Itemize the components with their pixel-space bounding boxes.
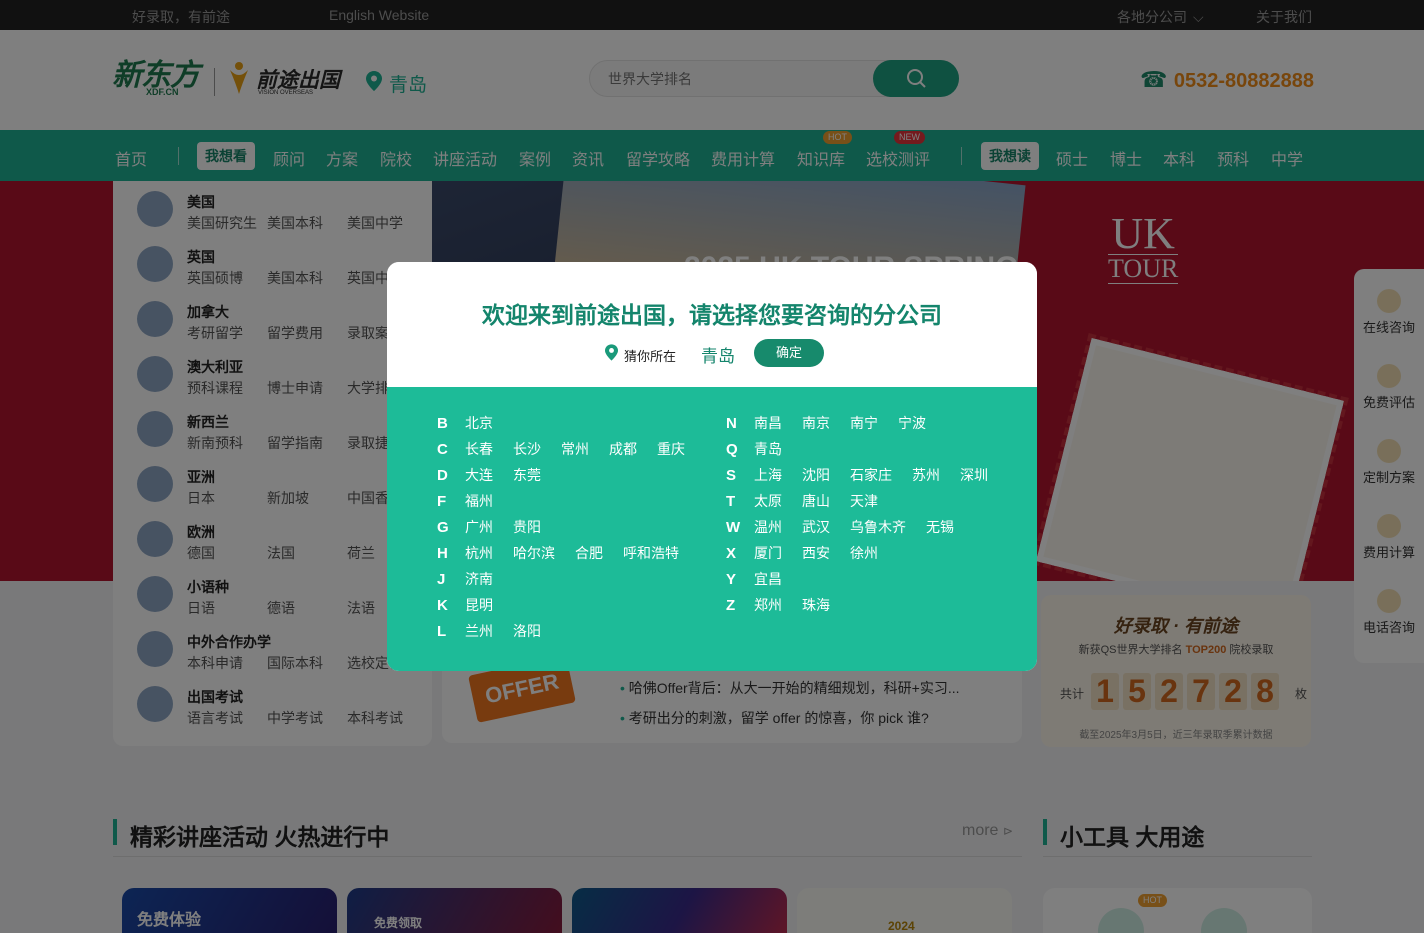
city-link[interactable]: 石家庄 xyxy=(850,465,892,485)
city-link[interactable]: 南昌 xyxy=(754,413,782,433)
letter-label: Z xyxy=(726,597,736,614)
city-group-y: Y 宜昌 xyxy=(726,569,802,595)
letter-label: Y xyxy=(726,571,737,588)
city-link[interactable]: 呼和浩特 xyxy=(623,543,679,563)
guess-city: 青岛 xyxy=(701,347,735,366)
city-link[interactable]: 乌鲁木齐 xyxy=(850,517,906,537)
city-group-k: K 昆明 xyxy=(437,595,513,621)
letter-label: D xyxy=(437,467,448,484)
branch-select-modal: 欢迎来到前途出国，请选择您要咨询的分公司 猜你所在 青岛 确定 B 北京 C 长春长… xyxy=(387,262,1037,671)
city-link[interactable]: 郑州 xyxy=(754,595,782,615)
city-group-f: F 福州 xyxy=(437,491,513,517)
city-link[interactable]: 青岛 xyxy=(754,439,782,459)
city-group-w: W 温州 武汉 乌鲁木齐 无锡 xyxy=(726,517,974,543)
letter-label: B xyxy=(437,415,448,432)
city-link[interactable]: 南京 xyxy=(802,413,830,433)
letter-label: N xyxy=(726,415,737,432)
city-link[interactable]: 广州 xyxy=(465,517,493,537)
city-group-l: L 兰州 洛阳 xyxy=(437,621,561,647)
city-group-d: D 大连 东莞 xyxy=(437,465,561,491)
city-group-b: B 北京 xyxy=(437,413,513,439)
city-link[interactable]: 珠海 xyxy=(802,595,830,615)
city-link[interactable]: 洛阳 xyxy=(513,621,541,641)
letter-label: J xyxy=(437,571,446,588)
city-link[interactable]: 长沙 xyxy=(513,439,541,459)
city-link[interactable]: 宁波 xyxy=(898,413,926,433)
city-group-q: Q 青岛 xyxy=(726,439,802,465)
city-link[interactable]: 福州 xyxy=(465,491,493,511)
city-group-s: S 上海 沈阳 石家庄 苏州 深圳 xyxy=(726,465,1008,491)
city-link[interactable]: 西安 xyxy=(802,543,830,563)
city-link[interactable]: 徐州 xyxy=(850,543,878,563)
modal-header: 欢迎来到前途出国，请选择您要咨询的分公司 猜你所在 青岛 确定 xyxy=(387,262,1037,387)
letter-label: Q xyxy=(726,441,738,458)
letter-label: S xyxy=(726,467,737,484)
modal-title: 欢迎来到前途出国，请选择您要咨询的分公司 xyxy=(482,302,942,328)
city-link[interactable]: 无锡 xyxy=(926,517,954,537)
city-link[interactable]: 唐山 xyxy=(802,491,830,511)
city-link[interactable]: 济南 xyxy=(465,569,493,589)
city-link[interactable]: 宜昌 xyxy=(754,569,782,589)
city-link[interactable]: 哈尔滨 xyxy=(513,543,555,563)
letter-label: W xyxy=(726,519,741,536)
city-link[interactable]: 南宁 xyxy=(850,413,878,433)
confirm-button[interactable]: 确定 xyxy=(754,339,824,367)
city-link[interactable]: 沈阳 xyxy=(802,465,830,485)
city-link[interactable]: 大连 xyxy=(465,465,493,485)
city-group-t: T 太原 唐山 天津 xyxy=(726,491,898,517)
letter-label: C xyxy=(437,441,448,458)
city-link[interactable]: 贵阳 xyxy=(513,517,541,537)
city-link[interactable]: 苏州 xyxy=(912,465,940,485)
city-group-z: Z 郑州 珠海 xyxy=(726,595,850,621)
city-link[interactable]: 太原 xyxy=(754,491,782,511)
letter-label: G xyxy=(437,519,449,536)
city-group-n: N 南昌 南京 南宁 宁波 xyxy=(726,413,946,439)
letter-label: L xyxy=(437,623,447,640)
letter-label: H xyxy=(437,545,448,562)
city-group-x: X 厦门 西安 徐州 xyxy=(726,543,898,569)
city-link[interactable]: 重庆 xyxy=(657,439,685,459)
city-link[interactable]: 深圳 xyxy=(960,465,988,485)
letter-label: T xyxy=(726,493,736,510)
location-pin-icon xyxy=(605,344,618,361)
city-link[interactable]: 杭州 xyxy=(465,543,493,563)
city-group-c: C 长春 长沙 常州 成都 重庆 xyxy=(437,439,705,465)
city-group-j: J 济南 xyxy=(437,569,513,595)
city-group-h: H 杭州 哈尔滨 合肥 呼和浩特 xyxy=(437,543,699,569)
city-link[interactable]: 兰州 xyxy=(465,621,493,641)
letter-label: F xyxy=(437,493,447,510)
letter-label: K xyxy=(437,597,448,614)
city-link[interactable]: 北京 xyxy=(465,413,493,433)
city-group-g: G 广州 贵阳 xyxy=(437,517,561,543)
city-link[interactable]: 常州 xyxy=(561,439,589,459)
city-link[interactable]: 天津 xyxy=(850,491,878,511)
city-list: B 北京 C 长春 长沙 常州 成都 重庆 D 大连 东莞 F 福州 G 广州 贵阳 H 杭州 哈尔滨 合肥… xyxy=(387,387,1037,671)
city-link[interactable]: 昆明 xyxy=(465,595,493,615)
city-link[interactable]: 温州 xyxy=(754,517,782,537)
guess-label: 猜你所在 xyxy=(624,349,677,364)
city-link[interactable]: 长春 xyxy=(465,439,493,459)
city-link[interactable]: 上海 xyxy=(754,465,782,485)
city-link[interactable]: 厦门 xyxy=(754,543,782,563)
city-link[interactable]: 武汉 xyxy=(802,517,830,537)
city-link[interactable]: 合肥 xyxy=(575,543,603,563)
city-link[interactable]: 成都 xyxy=(609,439,637,459)
city-link[interactable]: 东莞 xyxy=(513,465,541,485)
confirm-label: 确定 xyxy=(775,345,802,360)
letter-label: X xyxy=(726,545,737,562)
